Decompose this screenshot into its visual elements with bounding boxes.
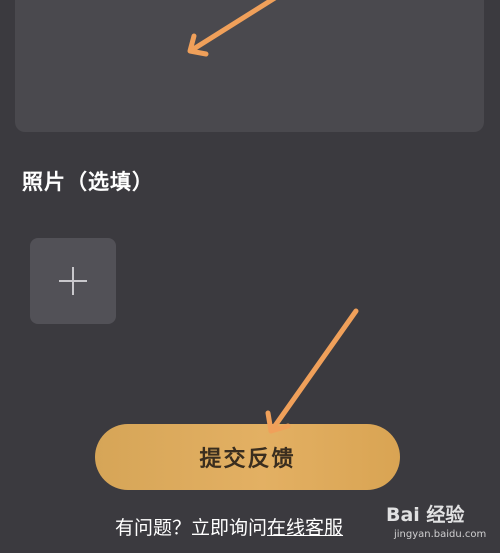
baidu-jingyan-watermark: Bai 经验 jingyan.baidu.com — [386, 500, 498, 548]
submit-feedback-button[interactable]: 提交反馈 — [95, 424, 400, 490]
watermark-logo: Bai 经验 — [386, 504, 465, 526]
photos-section-label: 照片（选填） — [22, 170, 154, 194]
watermark-url: jingyan.baidu.com — [394, 529, 487, 540]
feedback-text-area[interactable] — [15, 0, 484, 132]
submit-button-label: 提交反馈 — [199, 446, 296, 472]
add-photo-button[interactable] — [30, 238, 116, 324]
online-support-link[interactable]: 在线客服 — [267, 517, 343, 539]
support-prompt-text: 有问题？立即询问 — [115, 517, 268, 539]
support-prompt: 有问题？立即询问在线客服 — [115, 513, 343, 540]
annotation-arrow-bottom — [265, 308, 359, 434]
plus-icon — [59, 267, 87, 295]
